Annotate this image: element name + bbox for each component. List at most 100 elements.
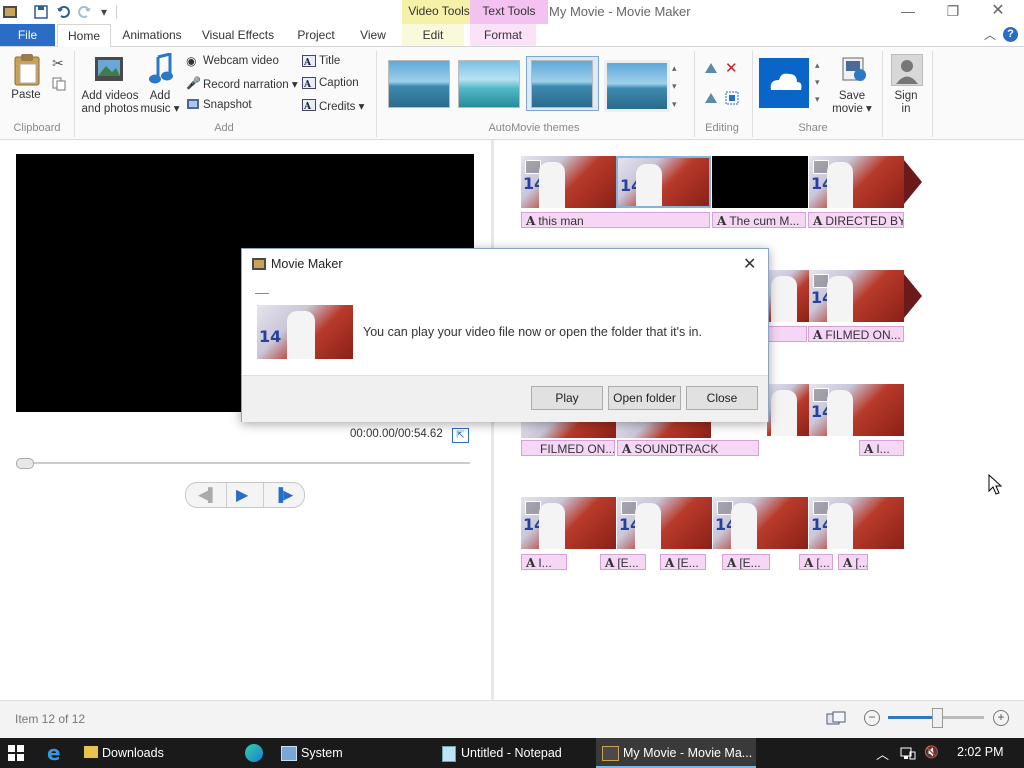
caption-item[interactable] — [767, 326, 807, 342]
tab-home[interactable]: Home — [57, 24, 111, 47]
caption-item[interactable]: A I... — [521, 554, 567, 570]
paste-icon[interactable] — [12, 53, 42, 90]
network-icon[interactable] — [900, 746, 916, 763]
copy-icon[interactable] — [52, 77, 66, 94]
seek-track[interactable] — [16, 462, 470, 464]
automovie-theme-1[interactable] — [388, 60, 450, 108]
caption-item[interactable]: A DIRECTED BY — [808, 212, 904, 228]
storyboard-clip[interactable]: 14 — [809, 497, 904, 549]
undo-icon[interactable] — [55, 4, 71, 20]
caption-item[interactable]: A The cum M... — [712, 212, 806, 228]
caption-item[interactable]: FILMED ON... — [521, 440, 615, 456]
tab-animations[interactable]: Animations — [117, 24, 187, 46]
redo-icon[interactable] — [77, 4, 93, 20]
help-icon[interactable]: ? — [1003, 27, 1018, 42]
trim-icon[interactable] — [703, 61, 719, 78]
caption-item[interactable]: A [E... — [600, 554, 646, 570]
caption-item[interactable]: A [... — [838, 554, 868, 570]
user-avatar-icon[interactable] — [891, 54, 923, 86]
tab-project[interactable]: Project — [292, 24, 340, 46]
storyboard-clip[interactable]: 14 — [809, 270, 904, 322]
automovie-theme-3[interactable] — [531, 60, 593, 108]
caption-item[interactable]: A SOUNDTRACK — [617, 440, 759, 456]
gallery-scroll-arrows[interactable]: ▴ ▾ ▾ — [672, 59, 677, 113]
title-button[interactable]: Title — [319, 55, 340, 67]
automovie-theme-2[interactable] — [458, 60, 520, 108]
next-frame-icon[interactable]: ▐▶ — [274, 487, 293, 503]
storyboard-clip-selected[interactable]: 14 — [616, 156, 711, 208]
caption-item[interactable]: A [E... — [722, 554, 770, 570]
storyboard-clip[interactable] — [521, 420, 616, 438]
caption-item[interactable]: A I... — [859, 440, 904, 456]
storyboard-clip[interactable]: 14 — [521, 497, 616, 549]
save-movie-icon[interactable] — [840, 55, 868, 86]
previous-frame-icon[interactable]: ◀▌ — [198, 487, 217, 503]
storyboard-clip[interactable]: 14 — [809, 156, 904, 208]
storyboard-clip[interactable]: 14 — [809, 384, 904, 436]
play-button[interactable]: Play — [531, 386, 603, 410]
tab-file[interactable]: File — [0, 24, 55, 46]
maximize-button[interactable]: ❐ — [938, 2, 968, 20]
start-windows-icon[interactable] — [8, 745, 24, 764]
credits-button[interactable]: Credits ▾ — [319, 99, 364, 113]
remove-icon[interactable]: ✕ — [725, 59, 738, 77]
collapse-ribbon-icon[interactable]: ︿ — [980, 24, 1000, 46]
storyboard-black-clip[interactable] — [712, 156, 808, 208]
close-window-button[interactable]: ✕ — [983, 2, 1013, 20]
taskbar-downloads[interactable]: Downloads — [78, 738, 228, 768]
tab-visual-effects[interactable]: Visual Effects — [199, 24, 277, 46]
share-scroll-arrows[interactable]: ▴ ▾ ▾ — [815, 57, 820, 108]
customize-qat-icon[interactable]: ▾ — [96, 4, 112, 20]
onedrive-icon[interactable] — [759, 58, 809, 108]
add-videos-button[interactable]: Add videos and photos — [80, 90, 140, 116]
taskbar-notepad[interactable]: Untitled - Notepad — [436, 738, 591, 768]
playback-time: 00:00.00/00:54.62 — [350, 428, 443, 440]
snapshot-button[interactable]: Snapshot — [203, 99, 252, 111]
save-icon[interactable] — [33, 4, 49, 20]
paste-button[interactable]: Paste — [9, 89, 43, 102]
storyboard-clip[interactable] — [767, 270, 809, 322]
fullscreen-preview-icon[interactable]: ⇱ — [452, 428, 469, 443]
storyboard-view-icon[interactable] — [826, 711, 846, 730]
zoom-slider-thumb[interactable] — [931, 708, 943, 728]
play-icon[interactable]: ▶ — [236, 485, 248, 505]
show-hidden-icons-icon[interactable]: ︿ — [876, 744, 889, 763]
edge-icon[interactable] — [245, 744, 263, 762]
storyboard-clip[interactable]: 14 — [521, 156, 616, 208]
automovie-theme-4[interactable] — [604, 60, 670, 112]
add-videos-icon[interactable] — [94, 54, 124, 87]
storyboard-clip[interactable]: 14 — [617, 497, 712, 549]
zoom-in-icon[interactable]: + — [993, 710, 1009, 726]
clock[interactable]: 2:02 PM — [957, 745, 1004, 759]
sign-in-button[interactable]: Sign in — [886, 90, 926, 116]
caption-item[interactable]: A FILMED ON... — [808, 326, 904, 342]
caption-item[interactable]: Athis man — [521, 212, 710, 228]
music-note-icon[interactable] — [148, 52, 174, 88]
storyboard-clip[interactable] — [616, 420, 711, 438]
cut-icon[interactable]: ✂ — [52, 55, 64, 72]
record-narration-button[interactable]: Record narration ▾ — [203, 77, 298, 91]
volume-muted-icon[interactable]: 🔇 — [924, 745, 939, 759]
minimize-button[interactable]: — — [893, 2, 923, 20]
zoom-out-icon[interactable]: − — [864, 710, 880, 726]
dialog-close-icon[interactable]: ✕ — [743, 254, 756, 274]
seek-thumb[interactable] — [16, 458, 34, 469]
select-all-icon[interactable] — [725, 91, 739, 108]
split-icon[interactable] — [703, 91, 719, 108]
tab-view[interactable]: View — [353, 24, 393, 46]
add-music-button[interactable]: Add music ▾ — [139, 90, 181, 116]
dialog-close-button[interactable]: Close — [686, 386, 758, 410]
taskbar-system[interactable]: System — [276, 738, 426, 768]
save-movie-button[interactable]: Save movie ▾ — [828, 90, 876, 116]
open-folder-button[interactable]: Open folder — [608, 386, 681, 410]
edge-legacy-icon[interactable]: e — [47, 741, 61, 765]
storyboard-clip[interactable]: 14 — [713, 497, 808, 549]
caption-item[interactable]: A [E... — [660, 554, 706, 570]
caption-item[interactable]: A [... — [799, 554, 833, 570]
caption-button[interactable]: Caption — [319, 77, 359, 89]
tab-format[interactable]: Format — [470, 24, 536, 46]
webcam-video-button[interactable]: Webcam video — [203, 55, 279, 67]
taskbar-moviemaker[interactable]: My Movie - Movie Ma... — [596, 738, 756, 768]
tab-edit[interactable]: Edit — [402, 24, 464, 46]
storyboard-clip[interactable] — [767, 384, 809, 436]
